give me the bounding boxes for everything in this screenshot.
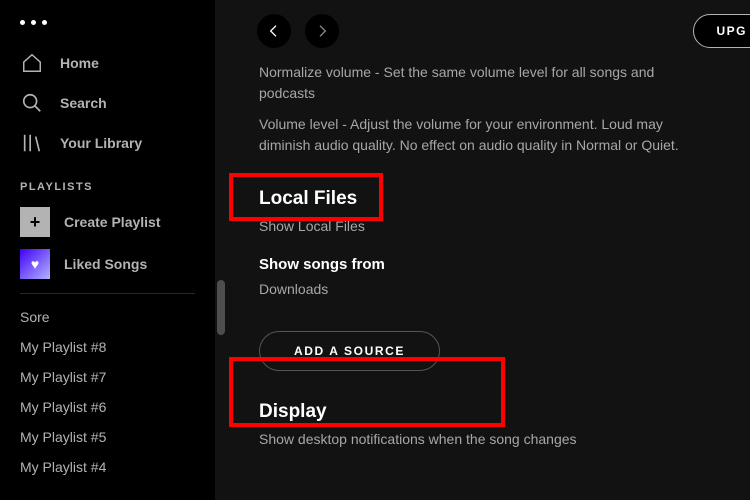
scrollbar[interactable] xyxy=(215,0,229,500)
topbar: UPG xyxy=(215,0,750,62)
nav-back-button[interactable] xyxy=(257,14,291,48)
sidebar-divider xyxy=(20,293,195,294)
list-item[interactable]: My Playlist #7 xyxy=(0,362,215,392)
nav-library[interactable]: Your Library xyxy=(0,123,215,163)
playlists-section-label: PLAYLISTS xyxy=(0,163,215,201)
create-playlist-label: Create Playlist xyxy=(64,214,161,230)
nav-library-label: Your Library xyxy=(60,135,142,151)
volume-level-text: Volume level - Adjust the volume for you… xyxy=(259,114,706,156)
upgrade-button[interactable]: UPG xyxy=(693,14,750,48)
library-icon xyxy=(20,131,44,155)
home-icon xyxy=(20,51,44,75)
sidebar: Home Search Your Library PLAYLISTS + Cre… xyxy=(0,0,215,500)
show-local-files-label[interactable]: Show Local Files xyxy=(259,218,706,234)
create-playlist-button[interactable]: + Create Playlist xyxy=(0,201,215,243)
plus-icon: + xyxy=(20,207,50,237)
add-source-button[interactable]: ADD A SOURCE xyxy=(259,331,440,371)
downloads-label[interactable]: Downloads xyxy=(259,281,706,297)
settings-content: Normalize volume - Set the same volume l… xyxy=(215,62,750,447)
nav-forward-button[interactable] xyxy=(305,14,339,48)
local-files-heading: Local Files xyxy=(259,188,357,210)
search-icon xyxy=(20,91,44,115)
nav-home[interactable]: Home xyxy=(0,43,215,83)
nav-search[interactable]: Search xyxy=(0,83,215,123)
show-songs-from-heading: Show songs from xyxy=(259,256,706,273)
liked-songs-label: Liked Songs xyxy=(64,256,147,272)
list-item[interactable]: Sore xyxy=(0,302,215,332)
display-heading: Display xyxy=(259,401,706,423)
normalize-volume-text: Normalize volume - Set the same volume l… xyxy=(259,62,706,104)
menu-dots-icon[interactable] xyxy=(0,14,215,43)
list-item[interactable]: My Playlist #5 xyxy=(0,422,215,452)
scrollbar-thumb[interactable] xyxy=(217,280,225,335)
display-notifications-text: Show desktop notifications when the song… xyxy=(259,431,706,447)
liked-songs-button[interactable]: ♥ Liked Songs xyxy=(0,243,215,285)
list-item[interactable]: My Playlist #8 xyxy=(0,332,215,362)
main-panel: UPG Normalize volume - Set the same volu… xyxy=(215,0,750,500)
playlist-list: Sore My Playlist #8 My Playlist #7 My Pl… xyxy=(0,302,215,482)
nav-search-label: Search xyxy=(60,95,107,111)
nav-home-label: Home xyxy=(60,55,99,71)
list-item[interactable]: My Playlist #6 xyxy=(0,392,215,422)
heart-icon: ♥ xyxy=(20,249,50,279)
list-item[interactable]: My Playlist #4 xyxy=(0,452,215,482)
